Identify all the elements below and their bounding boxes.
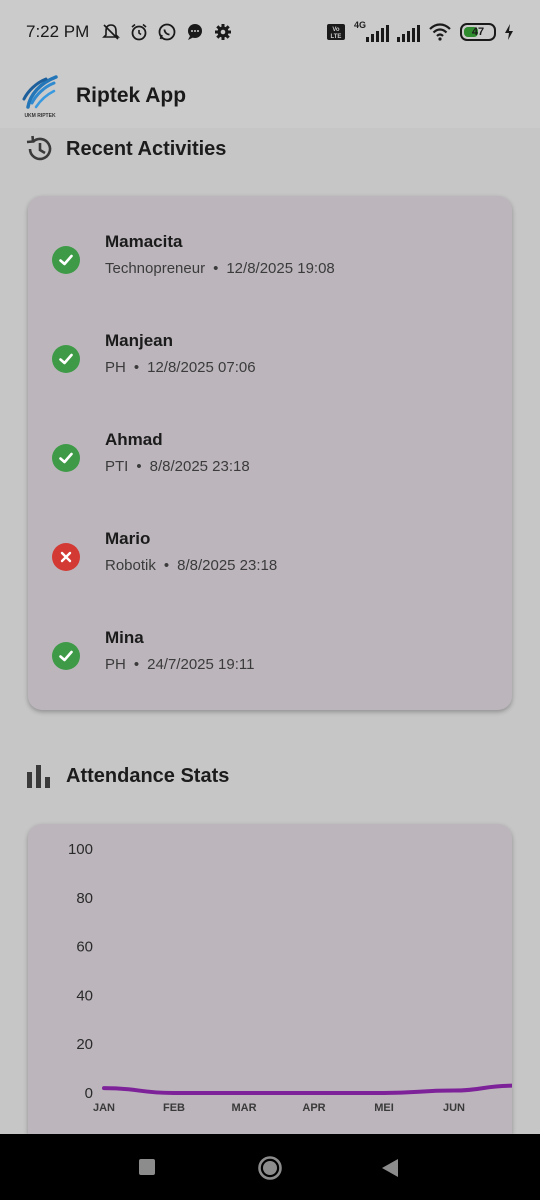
- attendance-chart-card: 100 80 60 40 20 0 JAN FEB MAR APR MEI JUN: [28, 824, 512, 1134]
- signal-strength-4g-icon: 4G: [354, 20, 389, 42]
- activity-meta: Technopreneur • 12/8/2025 19:08: [105, 260, 335, 277]
- attendance-stats-title: Attendance Stats: [66, 764, 230, 787]
- app-title: Riptek App: [76, 84, 187, 107]
- status-time: 7:22 PM: [26, 22, 90, 41]
- activity-item[interactable]: Mario Robotik • 8/8/2025 23:18: [28, 529, 512, 589]
- activity-name: Ahmad: [105, 430, 163, 449]
- success-check-icon: [52, 345, 80, 373]
- battery-level: 47: [471, 26, 485, 38]
- separator-dot: •: [136, 458, 142, 475]
- alarm-icon: [131, 23, 147, 41]
- separator-dot: •: [213, 260, 219, 277]
- separator-dot: •: [163, 557, 170, 574]
- activity-datetime: 24/7/2025 19:11: [147, 656, 255, 673]
- series-line: [102, 1083, 512, 1095]
- battery-icon: 47: [460, 23, 496, 41]
- x-tick-label: MEI: [374, 1102, 394, 1114]
- x-tick-label: FEB: [163, 1102, 185, 1114]
- settings-gear-icon: [215, 24, 232, 40]
- x-tick-label: APR: [302, 1102, 325, 1114]
- status-left: 7:22 PM: [26, 22, 233, 42]
- activity-meta: PH • 12/8/2025 07:06: [105, 359, 256, 376]
- signal-strength-icon: [397, 22, 420, 42]
- charging-bolt-icon: [505, 24, 513, 40]
- attendance-stats-header: Attendance Stats: [24, 761, 229, 791]
- activity-name: Mario: [105, 529, 151, 548]
- activity-datetime: 12/8/2025 19:08: [226, 260, 335, 277]
- back-button[interactable]: [381, 1158, 399, 1178]
- activity-division: PH: [105, 656, 126, 673]
- activity-division: PH: [105, 359, 126, 376]
- bar-chart-icon: [27, 765, 50, 788]
- y-tick-label: 20: [76, 1036, 93, 1053]
- activity-name: Mina: [105, 628, 144, 647]
- volte-icon: Vo LTE: [327, 24, 345, 40]
- activity-item[interactable]: Mamacita Technopreneur • 12/8/2025 19:08: [28, 232, 512, 292]
- mute-bell-icon: [102, 24, 121, 40]
- activity-meta: Robotik • 8/8/2025 23:18: [105, 557, 277, 574]
- success-check-icon: [52, 642, 80, 670]
- activity-division: PTI: [105, 458, 129, 475]
- attendance-line-chart: 100 80 60 40 20 0JAN FEB MAR APR MEI JUN: [68, 841, 512, 1114]
- recent-activities-header: Recent Activities: [24, 134, 226, 164]
- failed-cross-icon: [52, 543, 80, 571]
- chat-icon: [188, 24, 203, 40]
- svg-text:LTE: LTE: [331, 34, 342, 40]
- y-tick-label: 40: [76, 987, 93, 1004]
- network-type-label: 4G: [354, 20, 367, 30]
- y-tick-label: 80: [76, 890, 93, 907]
- activity-name: Manjean: [105, 331, 174, 350]
- success-check-icon: [52, 444, 80, 472]
- activity-division: Robotik: [105, 557, 156, 574]
- success-check-icon: [52, 246, 80, 274]
- activity-meta: PTI • 8/8/2025 23:18: [105, 458, 250, 475]
- y-tick-label: 100: [68, 841, 93, 858]
- activity-item[interactable]: Ahmad PTI • 8/8/2025 23:18: [28, 430, 512, 490]
- status-right: Vo LTE 4G 47: [326, 20, 514, 42]
- home-button[interactable]: [257, 1155, 283, 1181]
- separator-dot: •: [133, 359, 140, 376]
- activity-item[interactable]: Manjean PH • 12/8/2025 07:06: [28, 331, 512, 391]
- whatsapp-icon: [158, 23, 176, 41]
- app-bar: UKM RIPTEK Riptek App: [0, 64, 540, 128]
- recent-apps-button[interactable]: [138, 1158, 156, 1176]
- activity-meta: PH • 24/7/2025 19:11: [105, 656, 254, 673]
- activity-datetime: 8/8/2025 23:18: [177, 557, 278, 574]
- x-tick-label: MAR: [231, 1102, 256, 1114]
- y-tick-label: 0: [85, 1085, 93, 1102]
- x-tick-label: JUN: [443, 1102, 465, 1114]
- navigation-bar: [0, 1134, 540, 1200]
- recent-activities-title: Recent Activities: [66, 137, 227, 160]
- activity-item[interactable]: Mina PH • 24/7/2025 19:11: [28, 628, 512, 688]
- activity-division: Technopreneur: [105, 260, 206, 277]
- activity-name: Mamacita: [105, 232, 183, 251]
- recent-activities-card: Mamacita Technopreneur • 12/8/2025 19:08 M…: [28, 196, 512, 710]
- wifi-icon: [429, 23, 451, 41]
- separator-dot: •: [133, 656, 140, 673]
- activity-datetime: 12/8/2025 07:06: [147, 359, 256, 376]
- logo-text: UKM RIPTEK: [24, 113, 56, 119]
- history-icon: [26, 135, 52, 161]
- riptek-logo-icon: [22, 75, 58, 109]
- y-tick-label: 60: [76, 939, 93, 956]
- activity-datetime: 8/8/2025 23:18: [149, 458, 250, 475]
- svg-text:Vo: Vo: [332, 27, 340, 33]
- status-bar: 7:22 PM Vo LTE 4G 47: [0, 0, 540, 64]
- app-logo: UKM RIPTEK: [20, 73, 60, 119]
- x-tick-label: JAN: [93, 1102, 115, 1114]
